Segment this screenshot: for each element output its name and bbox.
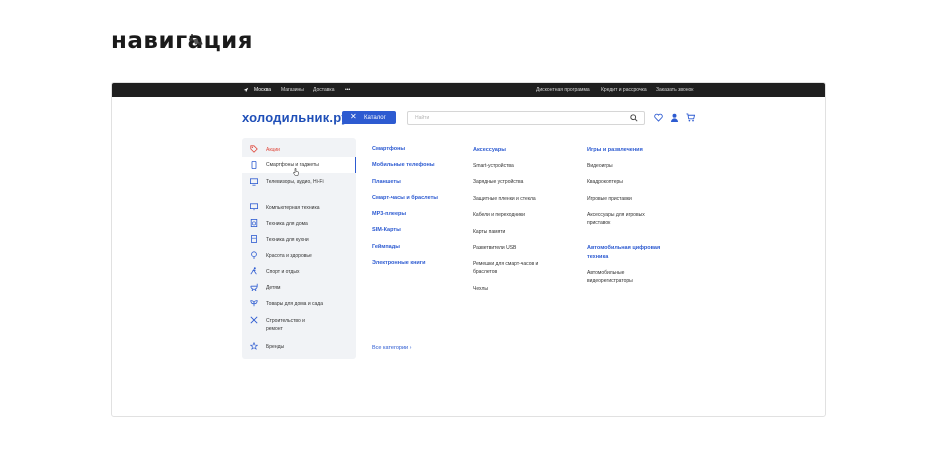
catalog-button[interactable]: ✕ Каталог (342, 111, 396, 124)
link-usb-hubs[interactable]: Разветвители USB (473, 244, 516, 252)
link-memory-cards[interactable]: Карты памяти (473, 228, 505, 236)
monitor-icon (250, 203, 258, 211)
sidebar-item-computers[interactable]: Компьютерная техника (242, 202, 356, 214)
washer-icon (250, 219, 258, 227)
link-smartphones[interactable]: Смартфоны (372, 146, 405, 152)
sidebar-item-label: Детям (266, 285, 281, 291)
search-placeholder: Найти (415, 115, 430, 121)
user-icon[interactable] (670, 113, 679, 122)
sidebar-item-kids[interactable]: Детям (242, 282, 356, 294)
heart-icon[interactable] (654, 113, 663, 122)
stores-link[interactable]: Магазины (281, 87, 304, 93)
top-bar: Москва Магазины Доставка ••• Дисконтная … (112, 83, 825, 97)
all-categories-link[interactable]: Все категории › (372, 345, 412, 351)
sidebar-item-brands[interactable]: Бренды (242, 341, 356, 353)
link-mp3-players[interactable]: MP3-плееры (372, 211, 406, 217)
sidebar-item-label: Спорт и отдых (266, 269, 300, 275)
discount-program-link[interactable]: Дисконтная программа (536, 87, 590, 93)
heading-accessories[interactable]: Аксессуары (473, 146, 506, 155)
sidebar-item-garden[interactable]: Товары для дома и сада (242, 298, 356, 310)
link-tablets[interactable]: Планшеты (372, 179, 401, 185)
sport-icon (250, 267, 257, 275)
catalog-label: Каталог (364, 114, 386, 121)
heading-auto-electronics[interactable]: Автомобильная цифровая техника (587, 244, 667, 261)
beauty-icon (251, 251, 257, 259)
cart-icon[interactable] (686, 113, 695, 122)
sidebar-item-label: Красота и здоровье (266, 253, 312, 259)
sidebar-item-promo[interactable]: Акции (242, 143, 356, 155)
delivery-link[interactable]: Доставка (313, 87, 334, 93)
stroller-icon (250, 283, 258, 291)
catalog-sidebar: Акции Смартфоны и гаджеты Телевизоры, ау… (242, 138, 356, 359)
sidebar-item-construction[interactable]: Строительство и ремонт (242, 315, 356, 335)
link-quadcopters[interactable]: Квадрокоптеры (587, 178, 623, 186)
link-videogames[interactable]: Видеоигры (587, 162, 613, 170)
satellite-icon (188, 34, 203, 46)
sidebar-item-label: Строительство и ремонт (266, 318, 305, 332)
sidebar-item-sport[interactable]: Спорт и отдых (242, 266, 356, 278)
link-sim-cards[interactable]: SIM-Карты (372, 227, 401, 233)
sidebar-item-label: Бренды (266, 344, 285, 350)
garden-icon (250, 300, 258, 307)
link-smartwatches[interactable]: Смарт-часы и браслеты (372, 195, 438, 201)
sidebar-item-label: Техника для дома (266, 221, 308, 227)
tag-icon (250, 145, 258, 153)
tools-icon (250, 316, 258, 324)
sidebar-item-tv[interactable]: Телевизоры, аудио, Hi-Fi (242, 177, 356, 197)
link-cables[interactable]: Кабели и переходники (473, 211, 525, 219)
sidebar-item-kitchen[interactable]: Техника для кухни (242, 234, 356, 246)
sidebar-item-label: Компьютерная техника (266, 205, 320, 211)
link-chargers[interactable]: Зарядные устройства (473, 178, 523, 186)
site-screenshot: Москва Магазины Доставка ••• Дисконтная … (111, 82, 826, 417)
heading-games[interactable]: Игры и развлечения (587, 146, 643, 155)
sidebar-item-label: Техника для кухни (266, 237, 309, 243)
credit-link[interactable]: Кредит и рассрочка (601, 87, 647, 93)
sidebar-item-smartphones[interactable]: Смартфоны и гаджеты (242, 157, 356, 173)
link-dashcams[interactable]: Автомобильные видеорегистраторы (587, 269, 651, 285)
link-cases[interactable]: Чехлы (473, 285, 488, 293)
link-ebooks[interactable]: Электронные книги (372, 260, 425, 266)
link-smart-devices[interactable]: Smart-устройства (473, 162, 514, 170)
location-icon (243, 87, 249, 92)
link-console-accessories[interactable]: Аксессуары для игровых приставок (587, 211, 655, 227)
smartphone-icon (251, 161, 257, 169)
link-gamepads[interactable]: Геймпады (372, 244, 400, 250)
more-menu[interactable]: ••• (345, 87, 350, 93)
link-screen-protectors[interactable]: Защитные пленки и стекла (473, 195, 536, 203)
sidebar-item-home-appliances[interactable]: Техника для дома (242, 218, 356, 230)
star-icon (250, 342, 258, 350)
link-mobile-phones[interactable]: Мобильные телефоны (372, 162, 435, 168)
tv-icon (250, 178, 258, 186)
sidebar-item-beauty[interactable]: Красота и здоровье (242, 250, 356, 262)
close-icon: ✕ (350, 112, 357, 121)
search-input[interactable]: Найти (407, 111, 645, 125)
callback-link[interactable]: Заказать звонок (656, 87, 693, 93)
page-title: навигация (111, 28, 254, 54)
city-link[interactable]: Москва (254, 87, 271, 93)
mouse-cursor-icon (293, 168, 299, 176)
sidebar-item-label: Товары для дома и сада (266, 301, 323, 307)
link-watch-straps[interactable]: Ремешки для смарт-часов и браслетов (473, 260, 547, 276)
search-icon[interactable] (630, 114, 638, 122)
site-logo[interactable]: холодильник.ру (242, 110, 349, 125)
sidebar-item-label: Телевизоры, аудио, Hi-Fi (266, 179, 324, 185)
fridge-icon (251, 235, 257, 243)
sidebar-item-label: Акции (266, 147, 280, 153)
link-game-consoles[interactable]: Игровые приставки (587, 195, 632, 203)
